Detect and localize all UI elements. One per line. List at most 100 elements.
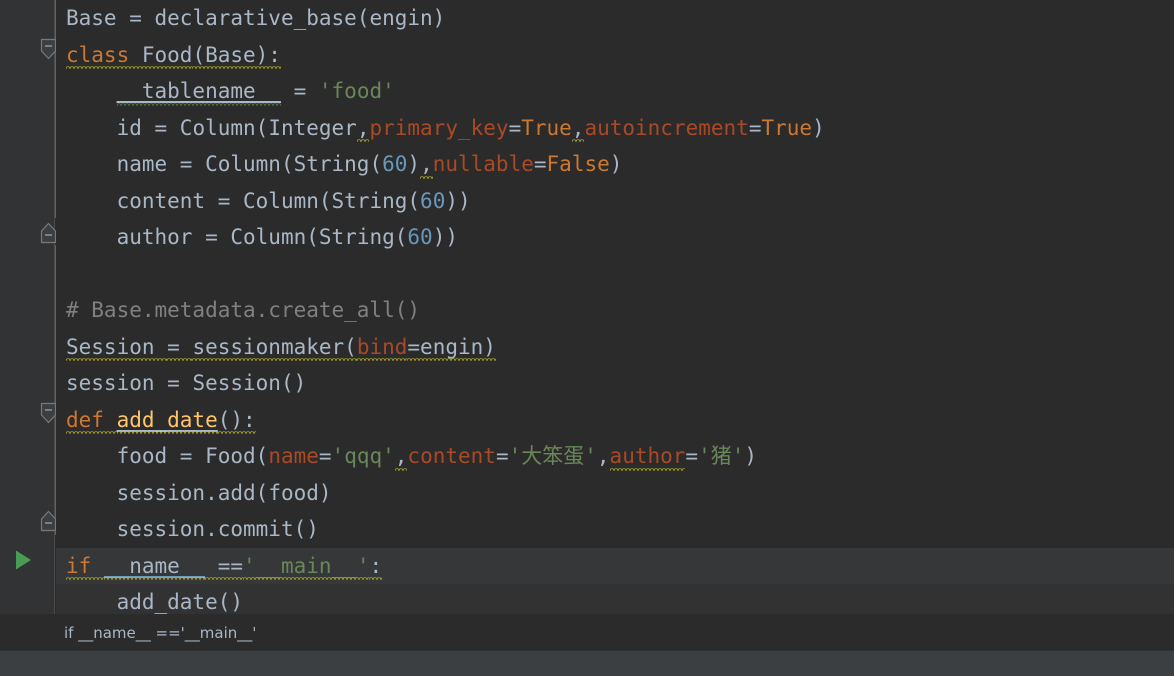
- code-line[interactable]: [56, 256, 1174, 293]
- code-token: session: [66, 480, 206, 505]
- code-line[interactable]: session.add(food): [56, 475, 1174, 512]
- code-token: (: [255, 444, 269, 468]
- ide-window: Base = declarative_base(engin) class Food…: [0, 0, 1174, 676]
- code-token: '猪': [698, 444, 745, 468]
- code-token: Column: [205, 152, 281, 176]
- code-token: session =: [66, 371, 193, 395]
- code-line[interactable]: id = Column(Integer,primary_key=True,aut…: [56, 110, 1174, 147]
- fold-end-icon-class[interactable]: [40, 222, 57, 244]
- code-token: autoincrement: [584, 115, 749, 140]
- code-token: Column: [243, 188, 319, 213]
- code-line[interactable]: session.commit(): [56, 511, 1174, 548]
- code-token: (): [280, 371, 307, 395]
- code-token: bind: [356, 329, 407, 366]
- code-line[interactable]: author = Column(String(60)): [56, 219, 1174, 256]
- code-line[interactable]: # Base.metadata.create_all(): [56, 292, 1174, 329]
- code-token: def: [66, 402, 117, 439]
- code-token: ,: [420, 146, 433, 183]
- code-token: (: [407, 188, 421, 213]
- code-token: ():: [217, 402, 256, 439]
- code-line[interactable]: food = Food(name='qqq',content='大笨蛋',aut…: [56, 438, 1174, 475]
- code-token: ): [744, 444, 758, 468]
- code-token: =: [280, 79, 319, 103]
- code-token: True: [521, 115, 572, 140]
- code-token: Food: [205, 444, 256, 468]
- code-token: ==: [205, 548, 243, 585]
- code-token: Base: [66, 6, 130, 30]
- code-line[interactable]: __tablename__ = 'food': [56, 73, 1174, 110]
- code-token: False: [546, 152, 610, 176]
- code-token: ,: [394, 438, 407, 475]
- code-line[interactable]: content = Column(String(60)): [56, 183, 1174, 220]
- code-token: ,: [356, 110, 369, 147]
- code-line[interactable]: name = Column(String(60),nullable=False): [56, 146, 1174, 183]
- code-token: author: [609, 438, 685, 475]
- fold-start-glyph-def: [40, 402, 57, 424]
- code-token: 'qqq': [331, 444, 395, 468]
- code-line[interactable]: if __name__ =='__main__':: [56, 547, 1174, 585]
- code-token: (: [369, 152, 383, 176]
- code-token: '__main__': [243, 548, 370, 585]
- run-arrow-icon[interactable]: [12, 548, 32, 570]
- code-token: .: [205, 517, 218, 541]
- code-token: String: [318, 225, 395, 249]
- code-line[interactable]: Base = declarative_base(engin): [56, 0, 1174, 37]
- code-token: class: [66, 37, 142, 74]
- code-line[interactable]: add_date(): [56, 584, 1174, 614]
- code-token: commit: [217, 517, 294, 541]
- code-token: name =: [66, 152, 206, 176]
- code-token: =: [533, 152, 547, 176]
- code-token: '大笨蛋': [508, 444, 597, 468]
- code-token: Column: [230, 225, 307, 249]
- code-token: ): [812, 115, 825, 140]
- code-token: (: [394, 225, 408, 249]
- code-token: ): [407, 152, 421, 176]
- code-token: =: [685, 444, 699, 468]
- fold-start-glyph: [40, 38, 57, 60]
- code-line[interactable]: def add_date():: [56, 402, 1174, 439]
- code-token: 'food': [318, 79, 395, 103]
- code-token: name: [268, 444, 319, 468]
- code-token: __tablename__: [116, 73, 282, 110]
- breadcrumb-bar[interactable]: if __name__ =='__main__': [0, 614, 1174, 650]
- code-token: (engin): [356, 6, 446, 30]
- code-token: (: [344, 329, 357, 366]
- code-line[interactable]: Session = sessionmaker(bind=engin): [56, 329, 1174, 366]
- code-token: add_date: [66, 590, 218, 614]
- code-token: Column: [179, 115, 256, 140]
- code-token: nullable: [432, 152, 534, 176]
- code-token: add_date: [116, 402, 218, 439]
- code-token: )): [432, 225, 458, 249]
- code-token: =: [748, 115, 762, 140]
- code-line[interactable]: class Food(Base):: [56, 37, 1174, 74]
- fold-end-glyph: [40, 222, 57, 244]
- code-line[interactable]: session = Session(): [56, 365, 1174, 402]
- code-token: ,: [596, 444, 610, 468]
- code-token: (food): [255, 480, 332, 505]
- code-token: )): [445, 188, 471, 213]
- code-editor[interactable]: Base = declarative_base(engin) class Food…: [0, 0, 1174, 614]
- code-token: String: [293, 152, 370, 176]
- breadcrumb-path[interactable]: if __name__ =='__main__': [64, 615, 256, 651]
- code-token: =: [129, 6, 155, 30]
- code-lines[interactable]: Base = declarative_base(engin) class Food…: [56, 0, 1174, 614]
- code-token: 60: [382, 152, 408, 176]
- code-token: (): [217, 590, 244, 614]
- fold-start-icon-def[interactable]: [40, 402, 57, 424]
- code-token: content: [407, 444, 496, 468]
- code-token: id =: [66, 115, 180, 140]
- code-token: String: [331, 188, 408, 213]
- status-bar[interactable]: [0, 650, 1174, 676]
- code-token: session: [66, 517, 206, 541]
- code-token: author =: [66, 225, 231, 249]
- code-token: add: [217, 480, 256, 505]
- fold-start-icon-class[interactable]: [40, 38, 57, 60]
- code-token: declarative_base: [154, 6, 357, 30]
- code-token: (Base):: [192, 37, 281, 74]
- code-token: Session: [66, 329, 168, 366]
- code-token: content =: [66, 188, 244, 213]
- code-token: =: [508, 115, 522, 140]
- code-token: =: [167, 329, 193, 366]
- fold-end-icon-def[interactable]: [40, 510, 57, 532]
